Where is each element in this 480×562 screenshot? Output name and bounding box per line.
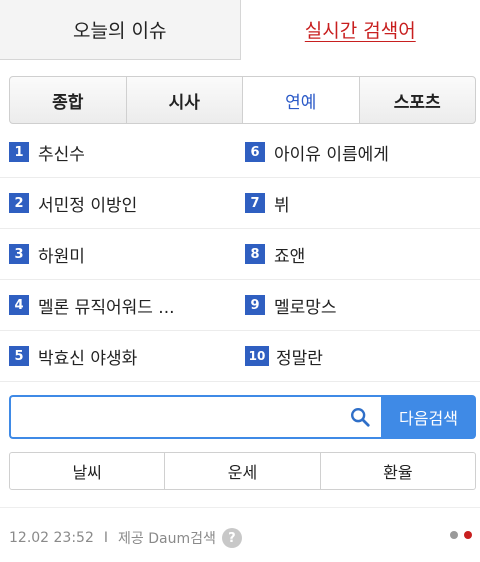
tab-category-sports[interactable]: 스포츠: [358, 77, 476, 123]
search-input[interactable]: [11, 397, 349, 437]
rank-number-badge: 8: [245, 244, 265, 264]
search-icon[interactable]: [349, 406, 371, 428]
rank-number-badge: 1: [9, 142, 29, 162]
rank-keyword: 박효신 야생화: [38, 348, 138, 369]
ranking-item-4[interactable]: 4 멜론 뮤직어워드 ...: [0, 280, 235, 330]
ranking-row: 3 하원미 8 죠앤: [0, 229, 480, 280]
rank-number-badge: 6: [245, 142, 265, 162]
rank-keyword: 죠앤: [274, 246, 306, 267]
ranking-item-10[interactable]: 10 정말란: [235, 331, 480, 381]
rank-number-badge: 2: [9, 193, 29, 213]
rank-keyword: 멜로망스: [274, 297, 337, 318]
ranking-item-7[interactable]: 7 뷔: [235, 178, 480, 228]
rank-number-badge: 10: [245, 346, 269, 366]
tab-todays-issues[interactable]: 오늘의 이슈: [0, 0, 241, 60]
tab-category-entertainment[interactable]: 연예: [242, 77, 359, 123]
quick-links-bar: 날씨 운세 환율: [9, 452, 476, 490]
top-tab-bar: 오늘의 이슈 실시간 검색어: [0, 0, 480, 60]
ranking-row: 5 박효신 야생화 10 정말란: [0, 331, 480, 382]
footer-separator: I: [103, 530, 109, 546]
help-icon[interactable]: ?: [221, 528, 242, 548]
search-bar: 다음검색: [9, 395, 476, 439]
ranking-item-9[interactable]: 9 멜로망스: [235, 280, 480, 330]
rank-keyword: 멜론 뮤직어워드 ...: [38, 297, 175, 318]
tab-realtime-search[interactable]: 실시간 검색어: [240, 0, 480, 60]
ranking-item-5[interactable]: 5 박효신 야생화: [0, 331, 235, 381]
page-indicator: [444, 531, 472, 539]
ranking-item-1[interactable]: 1 추신수: [0, 127, 235, 177]
quick-link-weather[interactable]: 날씨: [10, 453, 164, 489]
rank-keyword: 뷔: [274, 195, 290, 216]
rank-number-badge: 3: [9, 244, 29, 264]
daum-search-button[interactable]: 다음검색: [381, 395, 476, 439]
rank-keyword: 하원미: [38, 246, 85, 267]
ranking-row: 2 서민정 이방인 7 뷔: [0, 178, 480, 229]
ranking-item-8[interactable]: 8 죠앤: [235, 229, 480, 279]
tab-category-general[interactable]: 종합: [10, 77, 126, 123]
provider-label: 제공 Daum검색: [118, 531, 216, 547]
rank-keyword: 추신수: [38, 144, 85, 165]
ranking-item-3[interactable]: 3 하원미: [0, 229, 235, 279]
rank-number-badge: 5: [9, 346, 29, 366]
rank-keyword: 서민정 이방인: [38, 195, 138, 216]
ranking-item-2[interactable]: 2 서민정 이방인: [0, 178, 235, 228]
update-timestamp: 12.02 23:52: [9, 530, 94, 546]
rank-number-badge: 4: [9, 295, 29, 315]
rank-keyword: 아이유 이름에게: [274, 144, 389, 165]
ranking-item-6[interactable]: 6 아이유 이름에게: [235, 127, 480, 177]
quick-link-exchange-rate[interactable]: 환율: [319, 453, 475, 489]
ranking-row: 1 추신수 6 아이유 이름에게: [0, 127, 480, 178]
footer-info: 12.02 23:52 I 제공 Daum검색 ?: [9, 528, 242, 548]
footer: 12.02 23:52 I 제공 Daum검색 ?: [0, 507, 480, 562]
realtime-ranking-list: 1 추신수 6 아이유 이름에게 2 서민정 이방인 7 뷔 3 하원미 8 죠…: [0, 127, 480, 382]
rank-keyword: 정말란: [276, 348, 323, 369]
page-dot-2[interactable]: [464, 531, 472, 539]
category-tab-bar: 종합 시사 연예 스포츠: [9, 76, 476, 124]
ranking-row: 4 멜론 뮤직어워드 ... 9 멜로망스: [0, 280, 480, 331]
quick-link-fortune[interactable]: 운세: [164, 453, 319, 489]
rank-number-badge: 7: [245, 193, 265, 213]
page-dot-1[interactable]: [450, 531, 458, 539]
search-box: [9, 395, 381, 439]
rank-number-badge: 9: [245, 295, 265, 315]
tab-category-current-affairs[interactable]: 시사: [125, 77, 243, 123]
